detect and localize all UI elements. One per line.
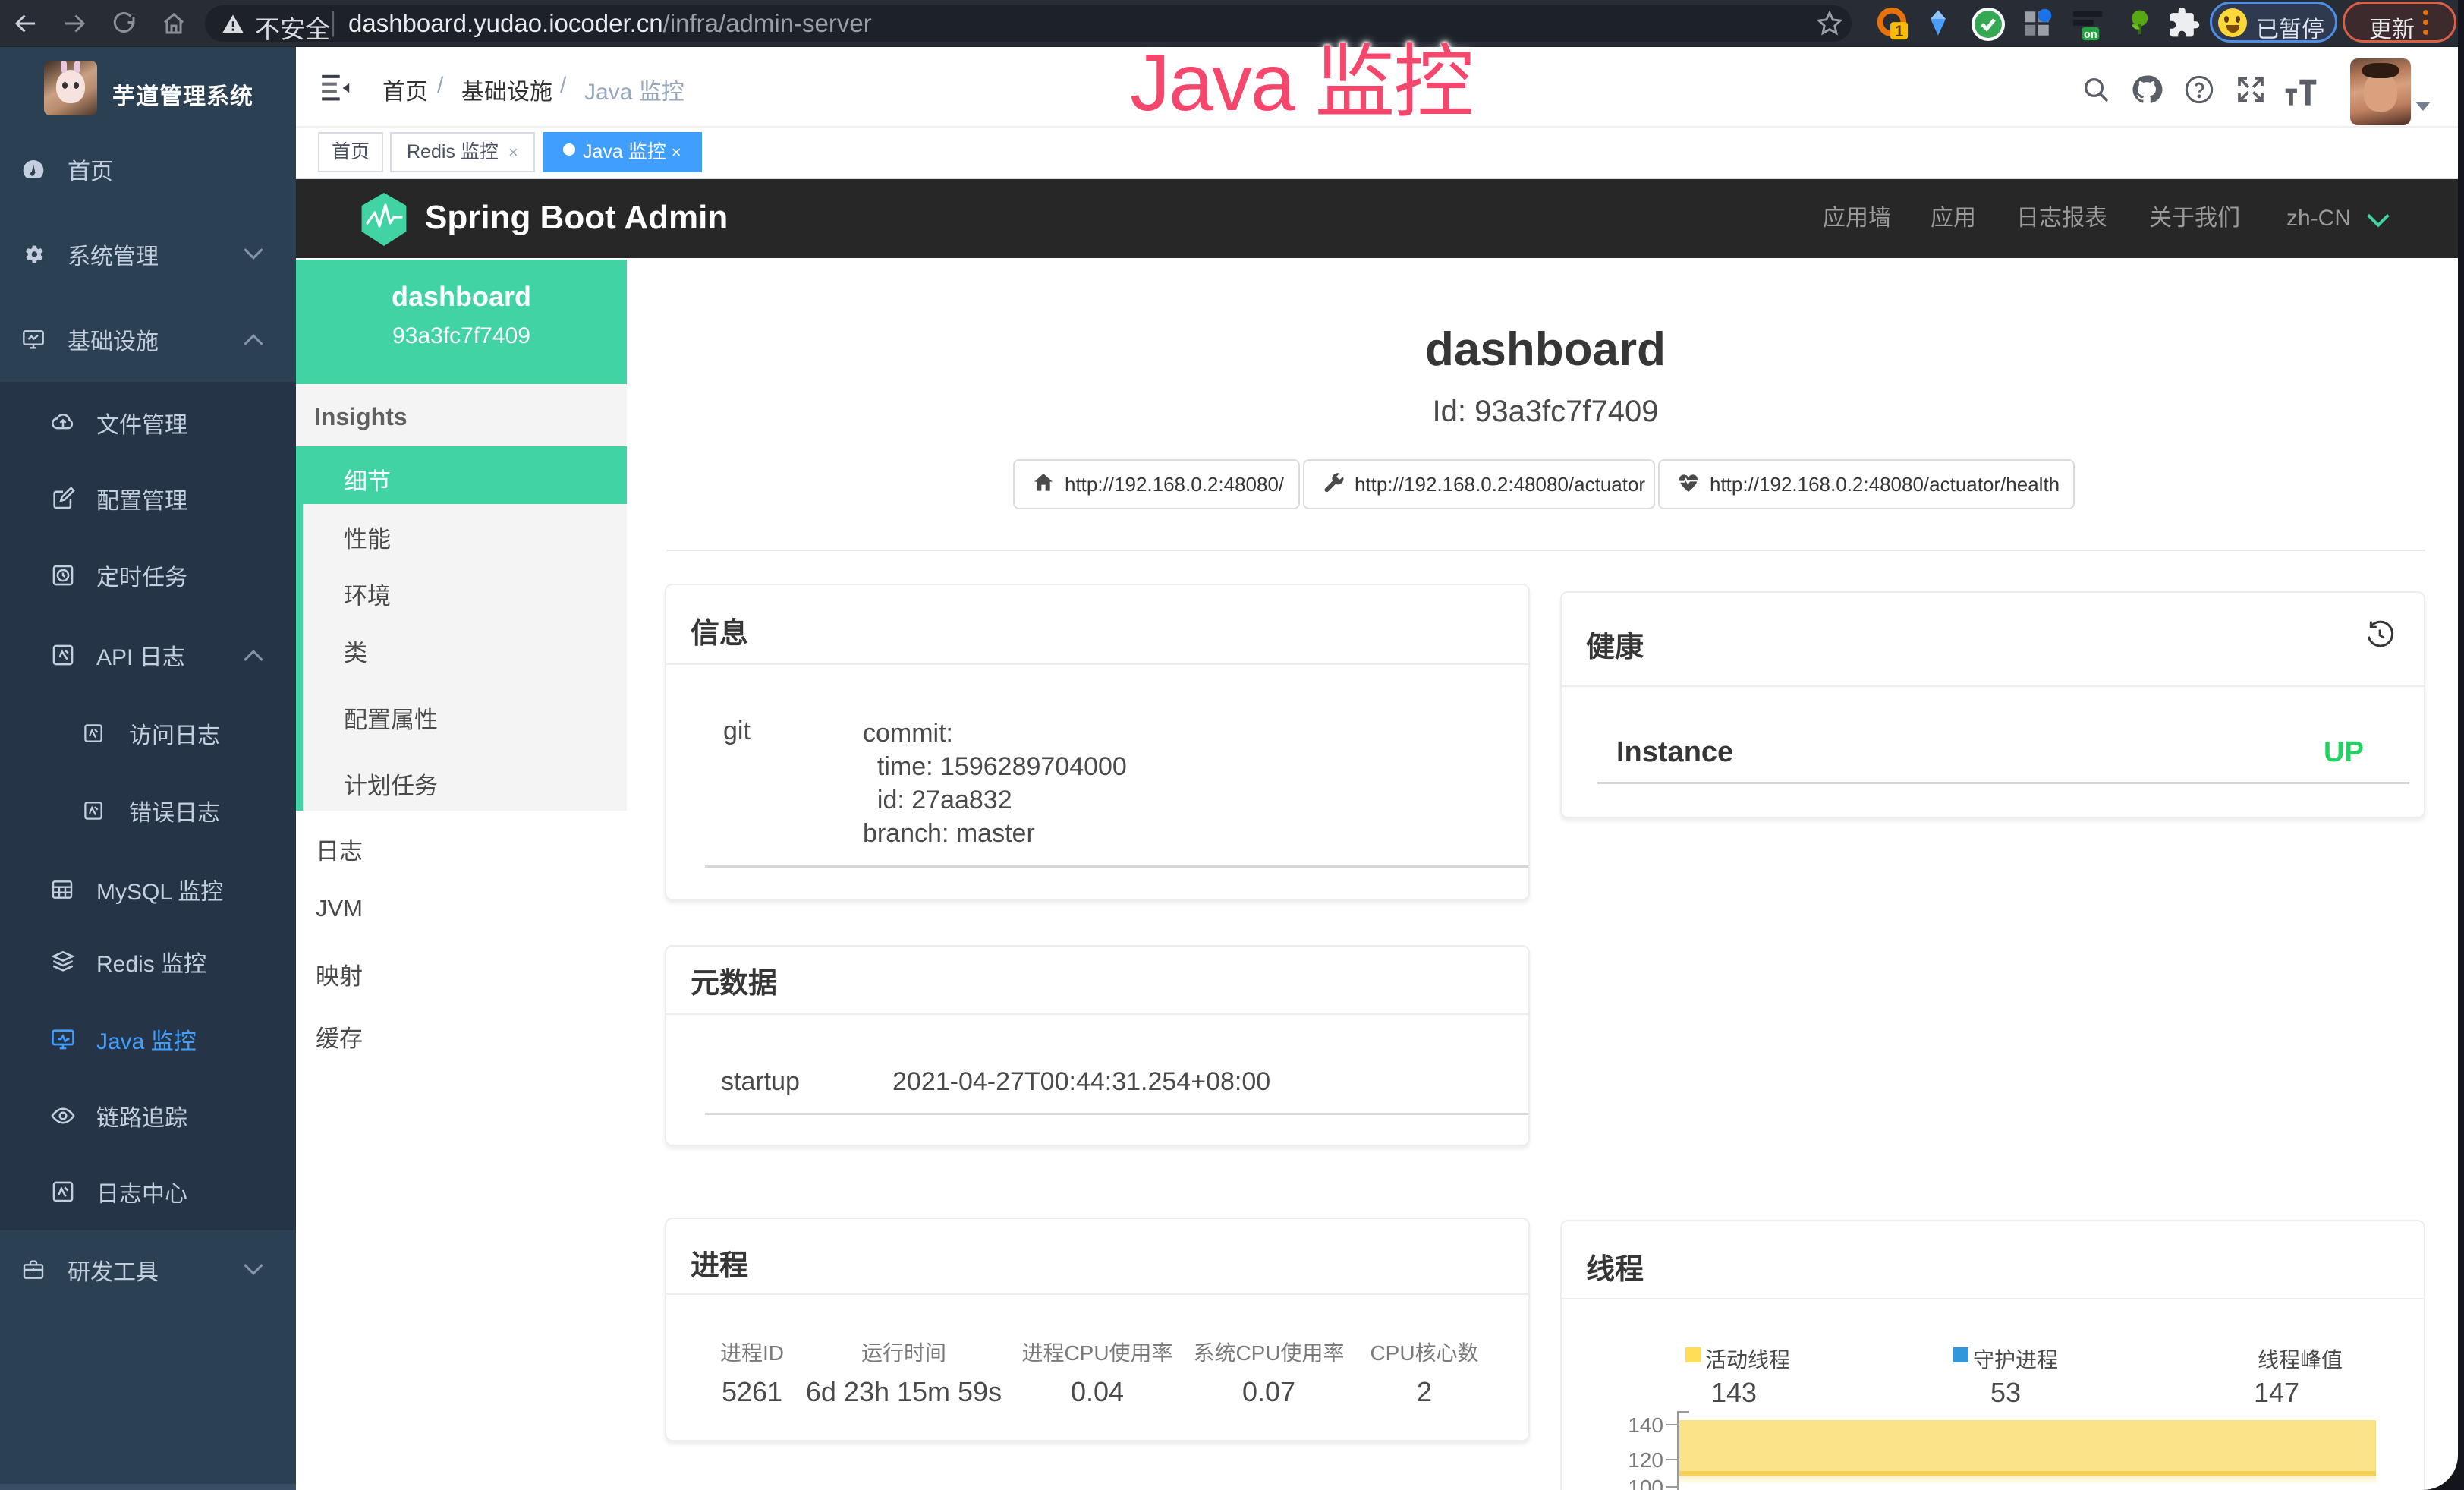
svg-text:on: on (2084, 29, 2097, 41)
svg-text:1: 1 (1895, 23, 1904, 40)
